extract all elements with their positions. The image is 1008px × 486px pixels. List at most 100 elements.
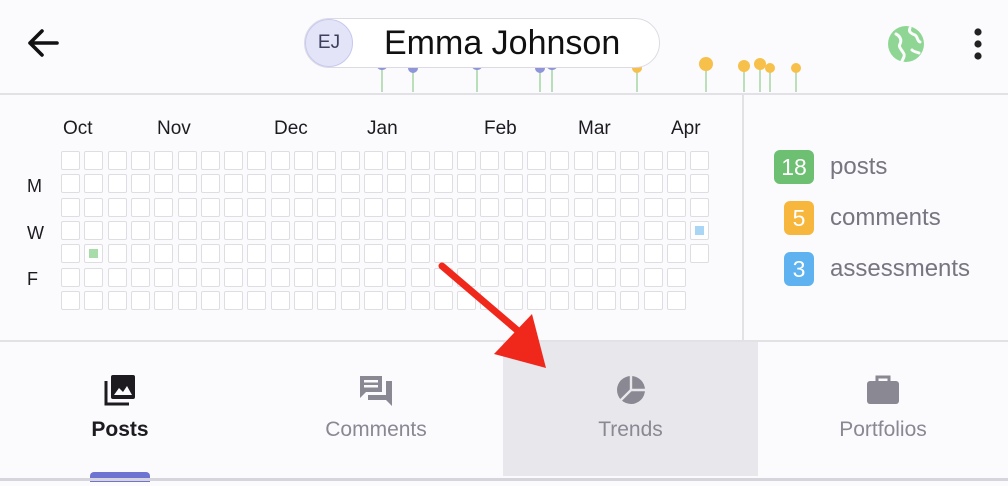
heatmap-cell[interactable] [666, 151, 686, 170]
heatmap-cell[interactable] [527, 290, 546, 310]
heatmap-cell[interactable] [200, 290, 220, 310]
heatmap-cell[interactable] [154, 151, 174, 170]
heatmap-cell[interactable] [317, 244, 337, 264]
heatmap-cell[interactable] [457, 220, 477, 240]
heatmap-cell[interactable] [690, 244, 710, 264]
heatmap-cell[interactable] [224, 290, 244, 310]
heatmap-cell[interactable] [200, 220, 220, 240]
heatmap-cell[interactable] [457, 244, 477, 264]
heatmap-cell[interactable] [177, 151, 197, 170]
heatmap-cell[interactable] [433, 151, 453, 170]
heatmap-cell[interactable] [596, 267, 616, 287]
heatmap-cell[interactable] [480, 244, 500, 264]
tab-trends[interactable]: Trends [503, 342, 758, 476]
heatmap-cell[interactable] [84, 244, 104, 264]
heatmap-cell[interactable] [596, 197, 616, 217]
heatmap-cell[interactable] [317, 174, 337, 194]
more-options-button[interactable] [960, 22, 996, 66]
heatmap-cell[interactable] [340, 151, 360, 170]
heatmap-cell[interactable] [200, 244, 220, 264]
heatmap-cell[interactable] [480, 197, 500, 217]
heatmap-cell[interactable] [457, 197, 477, 217]
heatmap-cell[interactable] [340, 244, 360, 264]
heatmap-cell[interactable] [107, 267, 127, 287]
heatmap-cell[interactable] [154, 267, 174, 287]
heatmap-cell[interactable] [363, 174, 383, 194]
heatmap-cell[interactable] [363, 197, 383, 217]
heatmap-cell[interactable] [247, 220, 267, 240]
back-button[interactable] [22, 22, 64, 64]
heatmap-cell[interactable] [433, 197, 453, 217]
heatmap-cell[interactable] [224, 220, 244, 240]
heatmap-cell[interactable] [480, 174, 500, 194]
heatmap-cell[interactable] [387, 290, 407, 310]
heatmap-cell[interactable] [200, 267, 220, 287]
heatmap-cell[interactable] [643, 220, 663, 240]
heatmap-cell[interactable] [294, 197, 313, 217]
heatmap-cell[interactable] [200, 174, 220, 194]
heatmap-cell[interactable] [550, 197, 570, 217]
heatmap-cell[interactable] [107, 220, 127, 240]
heatmap-cell[interactable] [317, 151, 337, 170]
heatmap-cell[interactable] [317, 267, 337, 287]
heatmap-cell[interactable] [247, 267, 267, 287]
heatmap-cell[interactable] [154, 290, 174, 310]
heatmap-cell[interactable] [690, 151, 710, 170]
heatmap-cell[interactable] [387, 220, 407, 240]
heatmap-cell[interactable] [270, 267, 290, 287]
heatmap-cell[interactable] [503, 151, 523, 170]
heatmap-cell[interactable] [363, 151, 383, 170]
heatmap-cell[interactable] [666, 197, 686, 217]
heatmap-cell[interactable] [177, 174, 197, 194]
heatmap-cell[interactable] [690, 174, 710, 194]
heatmap-cell[interactable] [643, 151, 663, 170]
heatmap-cell[interactable] [84, 174, 104, 194]
heatmap-cell[interactable] [387, 267, 407, 287]
heatmap-cell[interactable] [457, 151, 477, 170]
heatmap-cell[interactable] [270, 174, 290, 194]
heatmap-cell[interactable] [550, 244, 570, 264]
heatmap-cell[interactable] [550, 290, 570, 310]
heatmap-cell[interactable] [387, 174, 407, 194]
heatmap-cell[interactable] [154, 197, 174, 217]
heatmap-cell[interactable] [480, 267, 500, 287]
heatmap-cell[interactable] [550, 174, 570, 194]
heatmap-cell[interactable] [503, 244, 523, 264]
heatmap-cell[interactable] [503, 267, 523, 287]
heatmap-cell[interactable] [317, 290, 337, 310]
heatmap-cell[interactable] [107, 174, 127, 194]
heatmap-cell[interactable] [410, 197, 430, 217]
heatmap-cell[interactable] [480, 290, 500, 310]
heatmap-cell[interactable] [573, 244, 593, 264]
heatmap-cell[interactable] [503, 220, 523, 240]
heatmap-cell[interactable] [550, 267, 570, 287]
heatmap-cell[interactable] [620, 151, 640, 170]
tab-posts[interactable]: Posts [0, 342, 240, 476]
heatmap-cell[interactable] [130, 174, 150, 194]
heatmap-cell[interactable] [503, 174, 523, 194]
heatmap-cell[interactable] [363, 244, 383, 264]
heatmap-cell[interactable] [247, 197, 267, 217]
heatmap-cell[interactable] [61, 267, 80, 287]
heatmap-cell[interactable] [340, 290, 360, 310]
heatmap-cell[interactable] [270, 151, 290, 170]
heatmap-cell[interactable] [596, 151, 616, 170]
heatmap-cell[interactable] [573, 267, 593, 287]
avatar[interactable]: EJ [305, 19, 353, 67]
heatmap-cell[interactable] [177, 197, 197, 217]
heatmap-cell[interactable] [573, 290, 593, 310]
heatmap-cell[interactable] [666, 220, 686, 240]
heatmap-cell[interactable] [154, 174, 174, 194]
heatmap-cell[interactable] [247, 174, 267, 194]
heatmap-cell[interactable] [620, 197, 640, 217]
heatmap-cell[interactable] [620, 220, 640, 240]
heatmap-cell[interactable] [480, 220, 500, 240]
heatmap-cell[interactable] [340, 267, 360, 287]
heatmap-cell[interactable] [387, 151, 407, 170]
heatmap-cell[interactable] [177, 290, 197, 310]
heatmap-cell[interactable] [550, 151, 570, 170]
heatmap-cell[interactable] [666, 267, 686, 287]
heatmap-cell[interactable] [527, 220, 546, 240]
heatmap-cell[interactable] [130, 290, 150, 310]
heatmap-cell[interactable] [224, 267, 244, 287]
